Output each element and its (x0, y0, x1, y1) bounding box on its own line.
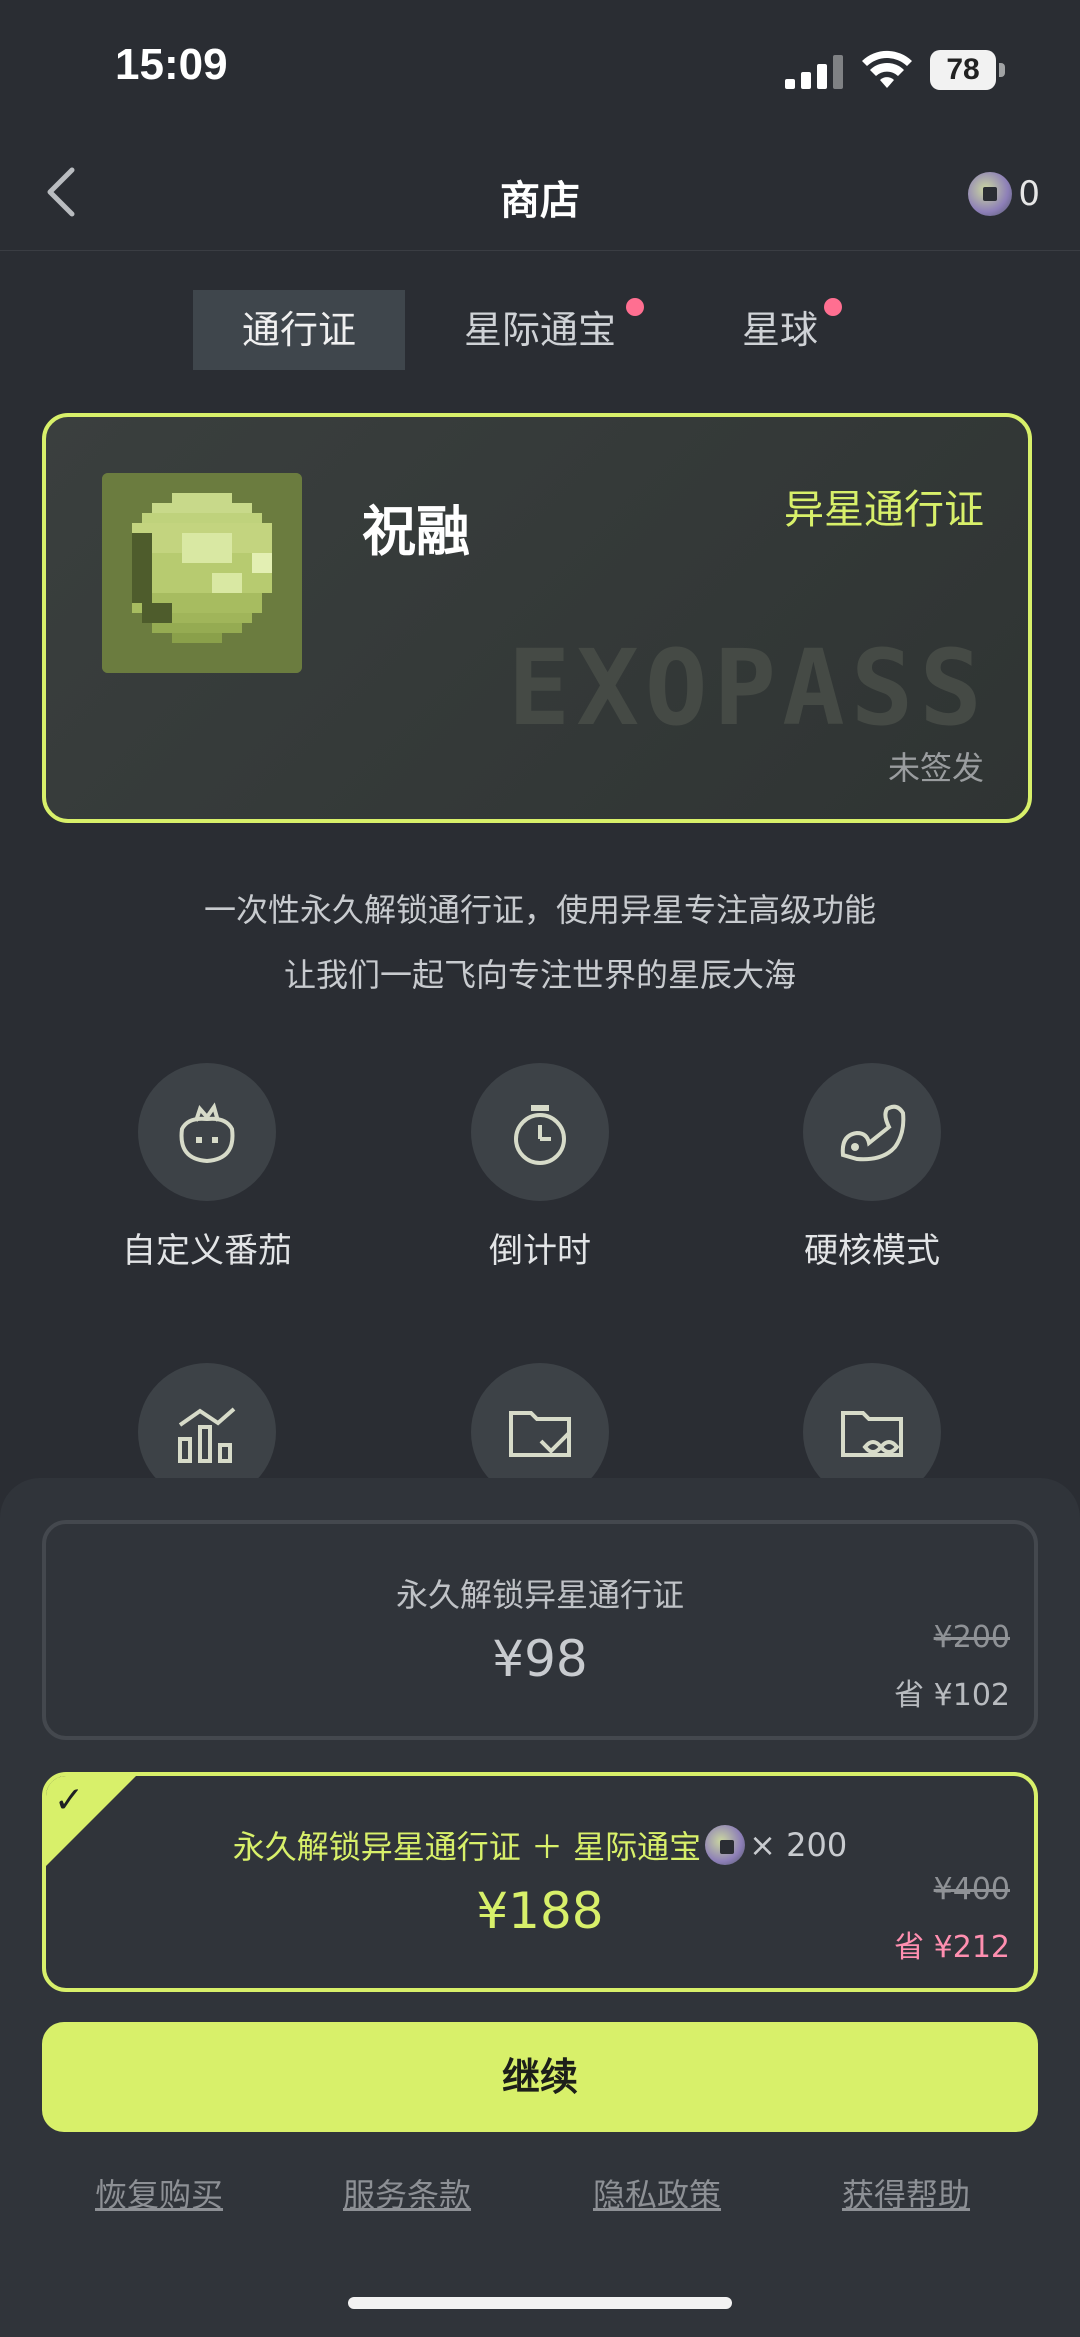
privacy-policy-link[interactable]: 隐私政策 (593, 2170, 721, 2216)
feature-label: 自定义番茄 (122, 1231, 292, 1271)
restore-purchase-link[interactable]: 恢复购买 (95, 2170, 223, 2216)
home-indicator[interactable] (348, 2297, 732, 2309)
pass-planet-name: 祝融 (362, 500, 470, 563)
terms-of-service-link[interactable]: 服务条款 (343, 2170, 471, 2216)
battery-icon: 78 (930, 50, 1006, 90)
option-price: ¥98 (492, 1630, 588, 1688)
option-original-price: ¥400 (933, 1872, 1010, 1907)
get-help-link[interactable]: 获得帮助 (842, 2170, 970, 2216)
option-title: 永久解锁异星通行证 ＋ 星际通宝 (232, 1828, 702, 1866)
wifi-icon (862, 50, 912, 88)
pass-card: 祝融 异星通行证 EXOPASS 未签发 (42, 413, 1032, 823)
feature-countdown: 倒计时 (375, 1063, 705, 1272)
option-savings: 省 ¥212 (894, 1930, 1010, 1965)
cellular-signal-icon (785, 55, 843, 89)
nav-bar: 商店 0 (0, 140, 1080, 251)
tab-pass[interactable]: 通行证 (193, 290, 405, 370)
coin-count: 0 (1018, 174, 1040, 214)
description-line-2: 让我们一起飞向专注世界的星辰大海 (283, 956, 796, 994)
planet-avatar (102, 473, 302, 673)
pass-status: 未签发 (887, 749, 984, 787)
option-original-price: ¥200 (933, 1620, 1010, 1655)
stopwatch-icon (471, 1063, 609, 1201)
checkmark-icon: ✓ (54, 1780, 85, 1821)
continue-button[interactable]: 继续 (42, 2022, 1038, 2132)
tab-badge-dot (626, 298, 644, 316)
flex-arm-icon (803, 1063, 941, 1201)
option-title: 永久解锁异星通行证 (395, 1576, 684, 1614)
tab-interstellar-coins[interactable]: 星际通宝 (445, 290, 635, 370)
description-line-1: 一次性永久解锁通行证，使用异星专注高级功能 (203, 891, 876, 929)
exopass-watermark: EXOPASS (507, 627, 988, 749)
pass-type-label: 异星通行证 (784, 487, 984, 533)
battery-level: 78 (930, 50, 996, 90)
option-price: ¥188 (476, 1882, 604, 1940)
status-bar: 15:09 78 (0, 0, 1080, 140)
feature-hardcore-mode: 硬核模式 (707, 1063, 1037, 1272)
option-bonus-quantity: × 200 (749, 1826, 848, 1864)
feature-custom-tomato: 自定义番茄 (42, 1063, 372, 1272)
option-title-row: 永久解锁异星通行证 ＋ 星际通宝 × 200 (46, 1822, 1034, 1868)
shop-tabs: 通行证 星际通宝 星球 (0, 290, 1080, 370)
purchase-option-basic[interactable]: 永久解锁异星通行证 ¥98 ¥200 省 ¥102 (42, 1520, 1038, 1740)
option-savings: 省 ¥102 (894, 1678, 1010, 1713)
coin-balance[interactable]: 0 (968, 172, 1040, 216)
feature-label: 硬核模式 (804, 1231, 940, 1271)
purchase-option-bundle[interactable]: ✓ 永久解锁异星通行证 ＋ 星际通宝 × 200 ¥188 ¥400 省 ¥21… (42, 1772, 1038, 1992)
page-title: 商店 (500, 178, 580, 224)
coin-icon (705, 1825, 746, 1865)
footer-links: 恢复购买 服务条款 隐私政策 获得帮助 (0, 2170, 1080, 2220)
feature-label: 倒计时 (489, 1231, 591, 1271)
tomato-icon (138, 1063, 276, 1201)
status-time: 15:09 (115, 40, 228, 89)
coin-icon (968, 172, 1013, 216)
tab-badge-dot (824, 298, 842, 316)
tab-planets[interactable]: 星球 (720, 290, 840, 370)
